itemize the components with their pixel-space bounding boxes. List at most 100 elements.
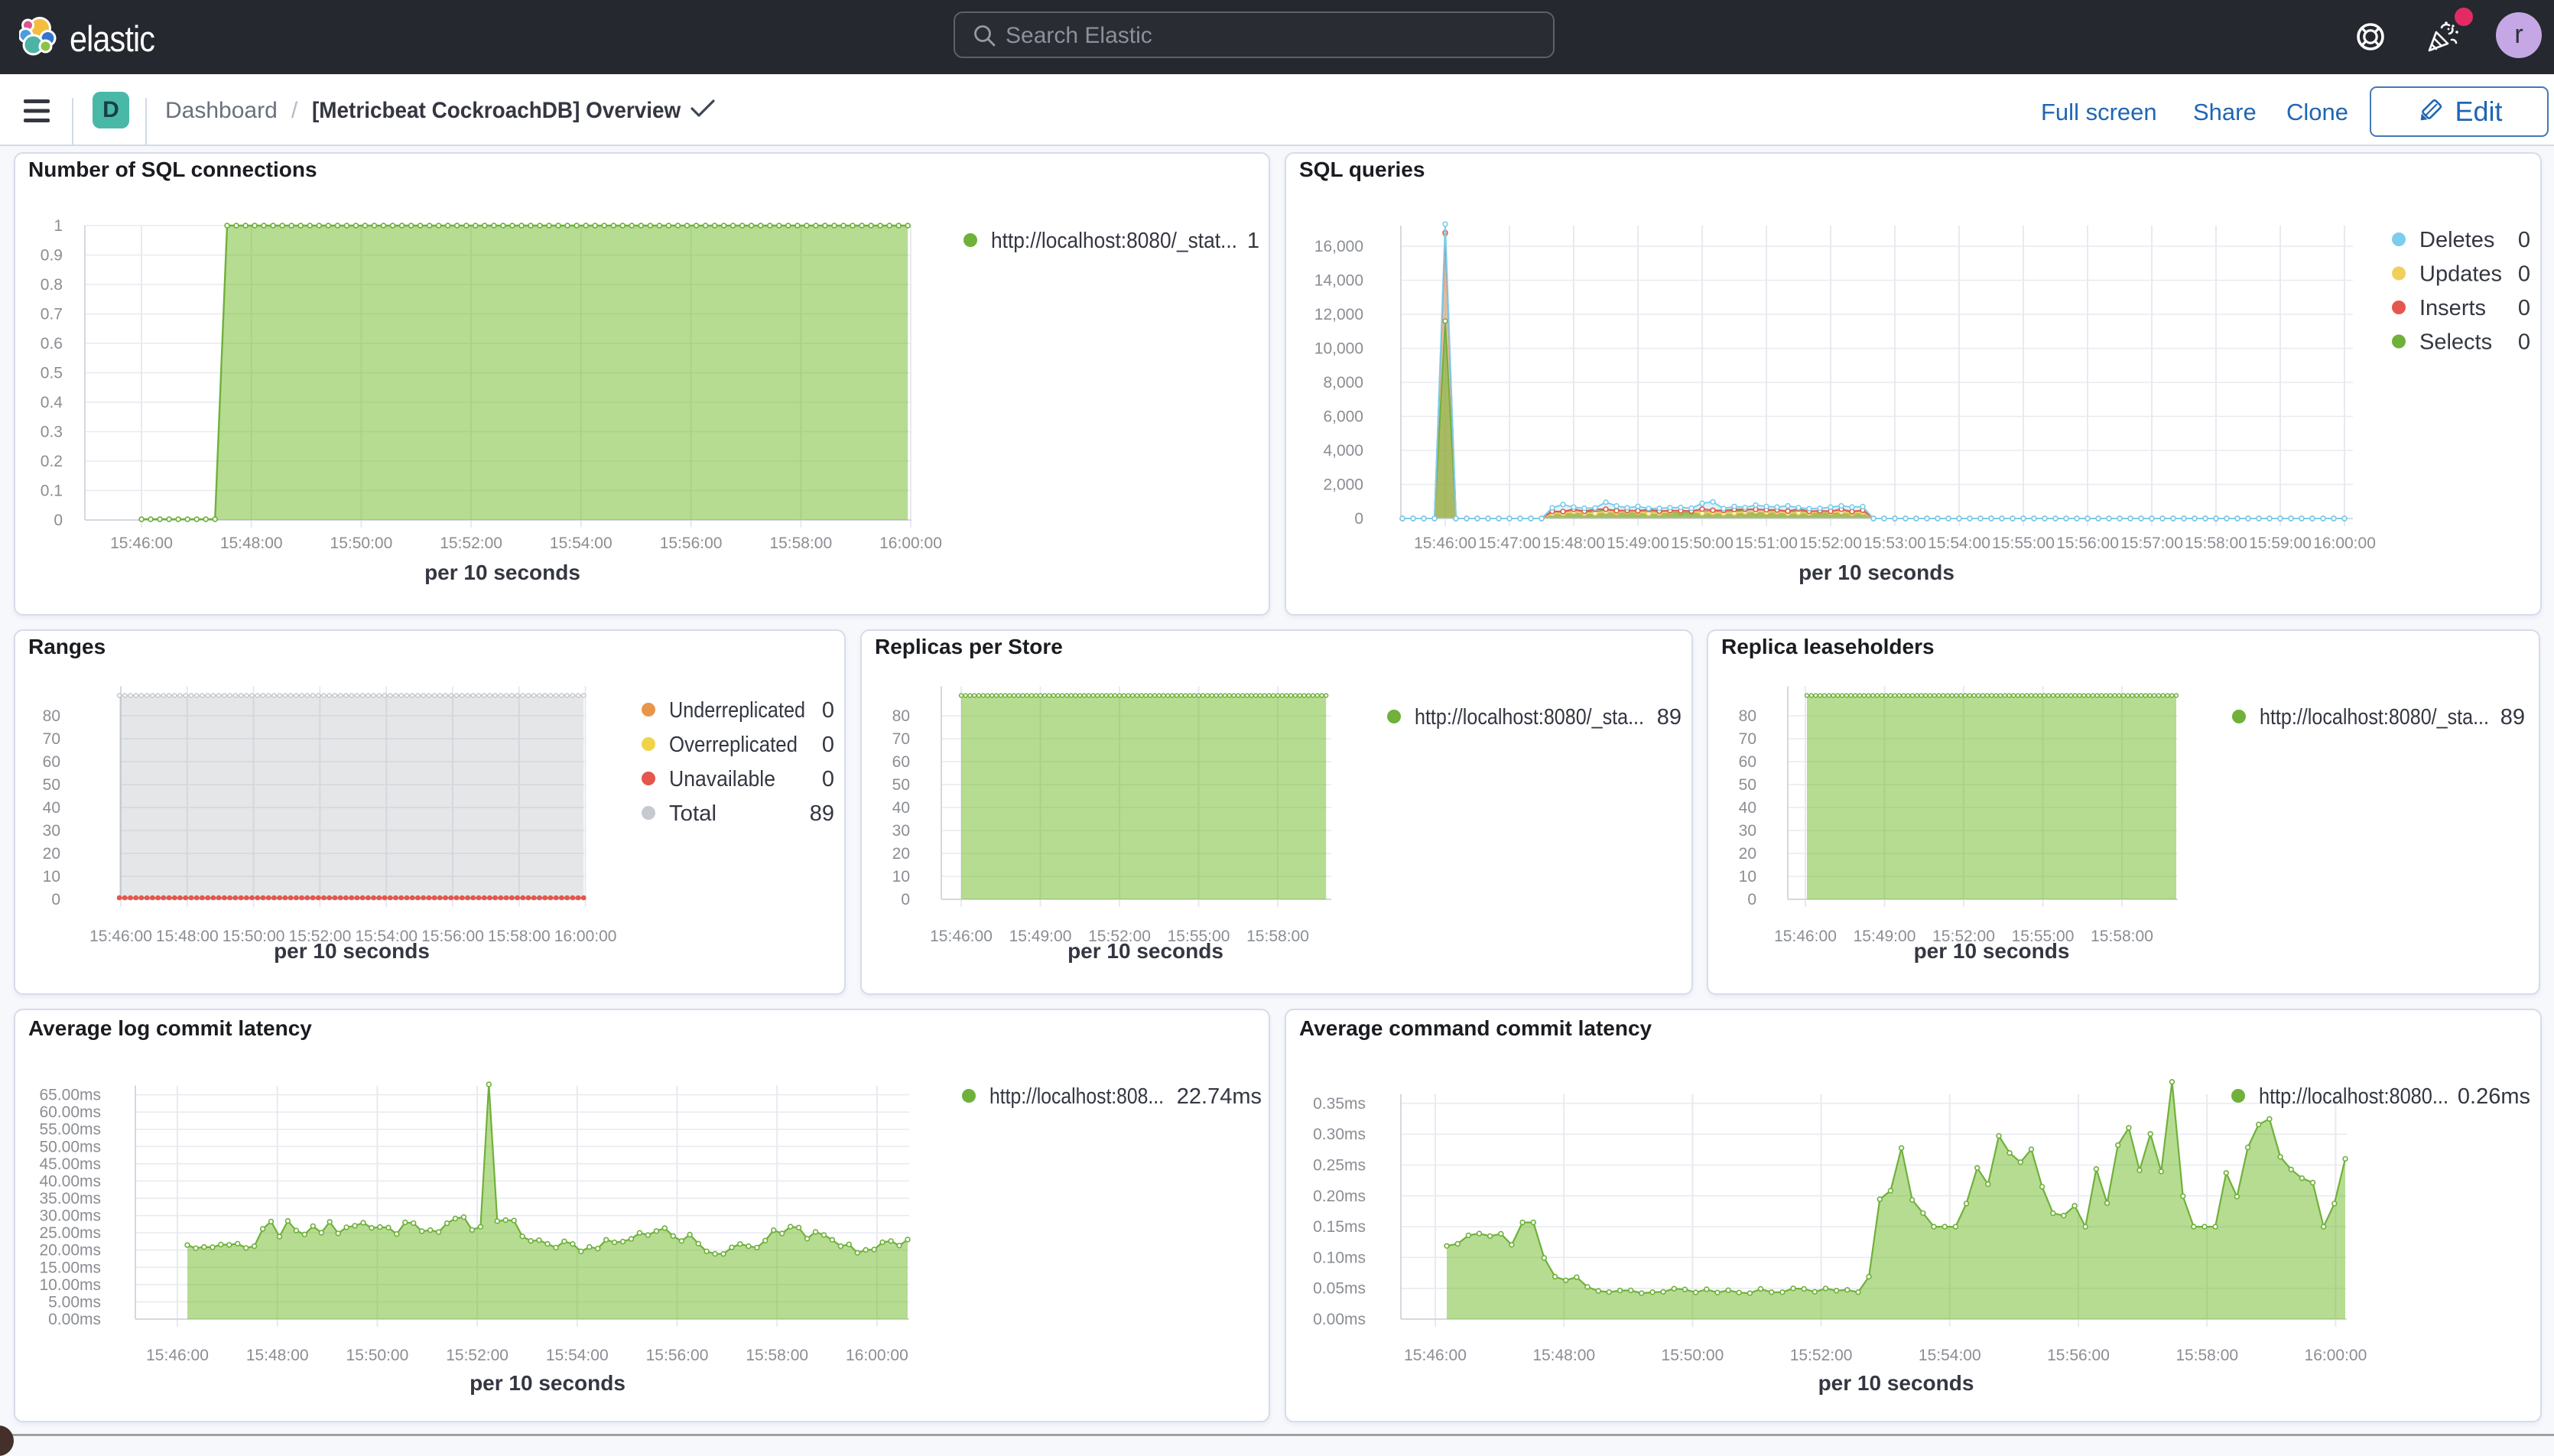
svg-text:10: 10: [1739, 868, 1756, 886]
svg-text:per 10 seconds: per 10 seconds: [424, 561, 580, 584]
svg-text:65.00ms: 65.00ms: [39, 1087, 101, 1104]
svg-text:16,000: 16,000: [1314, 238, 1363, 255]
svg-text:15:58:00: 15:58:00: [2091, 928, 2153, 945]
svg-text:10: 10: [43, 868, 60, 886]
svg-text:10: 10: [892, 868, 910, 886]
svg-text:1: 1: [1247, 229, 1259, 253]
svg-text:30.00ms: 30.00ms: [39, 1207, 101, 1225]
svg-text:15:46:00: 15:46:00: [89, 928, 152, 945]
svg-text:20: 20: [892, 845, 910, 863]
svg-text:0.26ms: 0.26ms: [2458, 1084, 2530, 1109]
svg-text:89: 89: [1657, 705, 1682, 730]
svg-text:15:46:00: 15:46:00: [1414, 535, 1477, 552]
svg-text:Replicas per Store: Replicas per Store: [875, 635, 1063, 658]
svg-text:70: 70: [892, 730, 910, 748]
svg-text:35.00ms: 35.00ms: [39, 1190, 101, 1207]
svg-text:0.35ms: 0.35ms: [1313, 1095, 1366, 1113]
svg-text:60.00ms: 60.00ms: [39, 1103, 101, 1121]
svg-text:15:52:00: 15:52:00: [1790, 1347, 1853, 1364]
svg-text:15:56:00: 15:56:00: [646, 1347, 709, 1364]
svg-text:30: 30: [1739, 822, 1756, 840]
svg-text:20.00ms: 20.00ms: [39, 1242, 101, 1259]
svg-text:89: 89: [810, 801, 834, 826]
svg-text:Selects: Selects: [2419, 330, 2492, 355]
svg-text:Deletes: Deletes: [2419, 228, 2494, 252]
svg-text:15:52:00: 15:52:00: [1799, 535, 1862, 552]
svg-text:40: 40: [1739, 799, 1756, 817]
svg-text:0.9: 0.9: [41, 247, 63, 265]
svg-text:15:56:00: 15:56:00: [2047, 1347, 2110, 1364]
svg-text:0.3: 0.3: [41, 424, 63, 441]
svg-text:0: 0: [2518, 262, 2530, 287]
svg-text:16:00:00: 16:00:00: [2305, 1347, 2367, 1364]
svg-text:Underreplicated: Underreplicated: [669, 698, 805, 723]
svg-text:50: 50: [1739, 776, 1756, 794]
svg-text:15:47:00: 15:47:00: [1478, 535, 1541, 552]
svg-text:15:58:00: 15:58:00: [769, 535, 832, 552]
svg-text:15:46:00: 15:46:00: [110, 535, 173, 552]
svg-text:2,000: 2,000: [1323, 476, 1363, 494]
svg-text:http://localhost:8080...: http://localhost:8080...: [2259, 1084, 2448, 1109]
svg-text:40.00ms: 40.00ms: [39, 1172, 101, 1190]
svg-text:0.8: 0.8: [41, 276, 63, 294]
svg-text:0.1: 0.1: [41, 483, 63, 500]
svg-text:0: 0: [2518, 330, 2530, 355]
svg-text:1: 1: [54, 217, 63, 235]
svg-text:20: 20: [1739, 845, 1756, 863]
svg-text:Unavailable: Unavailable: [669, 767, 775, 791]
svg-text:40: 40: [892, 799, 910, 817]
svg-text:15:51:00: 15:51:00: [1735, 535, 1798, 552]
svg-text:30: 30: [892, 822, 910, 840]
svg-text:Total: Total: [669, 801, 716, 826]
svg-text:http://localhost:8080/_sta...: http://localhost:8080/_sta...: [1415, 705, 1644, 730]
svg-text:Updates: Updates: [2419, 262, 2502, 287]
svg-text:15:54:00: 15:54:00: [546, 1347, 609, 1364]
svg-text:Number of SQL connections: Number of SQL connections: [28, 158, 317, 181]
svg-text:15:46:00: 15:46:00: [1774, 928, 1837, 945]
svg-text:per 10 seconds: per 10 seconds: [1067, 939, 1223, 963]
svg-text:15:50:00: 15:50:00: [1671, 535, 1734, 552]
svg-text:12,000: 12,000: [1314, 306, 1363, 323]
svg-text:15:56:00: 15:56:00: [660, 535, 723, 552]
svg-text:15:58:00: 15:58:00: [2175, 1347, 2238, 1364]
svg-text:40: 40: [43, 799, 60, 817]
svg-text:15:52:00: 15:52:00: [446, 1347, 509, 1364]
svg-text:50: 50: [43, 776, 60, 794]
svg-text:15:54:00: 15:54:00: [1928, 535, 1990, 552]
svg-text:60: 60: [43, 753, 60, 771]
svg-text:60: 60: [1739, 753, 1756, 771]
svg-text:15:53:00: 15:53:00: [1864, 535, 1926, 552]
svg-text:0.6: 0.6: [41, 335, 63, 353]
svg-text:0: 0: [51, 891, 60, 908]
svg-text:22.74ms: 22.74ms: [1177, 1084, 1262, 1109]
svg-text:16:00:00: 16:00:00: [554, 928, 617, 945]
svg-text:15:58:00: 15:58:00: [2185, 535, 2247, 552]
svg-text:0.15ms: 0.15ms: [1313, 1218, 1366, 1236]
svg-text:16:00:00: 16:00:00: [879, 535, 942, 552]
svg-text:per 10 seconds: per 10 seconds: [274, 939, 430, 963]
svg-text:15:48:00: 15:48:00: [156, 928, 219, 945]
svg-text:0.05ms: 0.05ms: [1313, 1280, 1366, 1298]
svg-text:4,000: 4,000: [1323, 442, 1363, 460]
svg-text:89: 89: [2500, 705, 2525, 730]
svg-text:0.4: 0.4: [41, 394, 63, 411]
svg-text:15:50:00: 15:50:00: [346, 1347, 409, 1364]
svg-text:30: 30: [43, 822, 60, 840]
svg-text:15:48:00: 15:48:00: [1532, 1347, 1595, 1364]
svg-text:0: 0: [2518, 296, 2530, 320]
svg-text:60: 60: [892, 753, 910, 771]
svg-text:http://localhost:8080/_sta...: http://localhost:8080/_sta...: [2260, 705, 2489, 730]
svg-text:0.25ms: 0.25ms: [1313, 1157, 1366, 1175]
svg-text:0.7: 0.7: [41, 306, 63, 323]
svg-text:15:57:00: 15:57:00: [2120, 535, 2183, 552]
svg-text:55.00ms: 55.00ms: [39, 1121, 101, 1139]
svg-text:15:46:00: 15:46:00: [146, 1347, 209, 1364]
svg-text:6,000: 6,000: [1323, 408, 1363, 426]
svg-text:Ranges: Ranges: [28, 635, 106, 658]
svg-text:15:52:00: 15:52:00: [440, 535, 502, 552]
svg-text:per 10 seconds: per 10 seconds: [1799, 561, 1954, 584]
svg-text:0: 0: [2518, 228, 2530, 252]
svg-text:15:48:00: 15:48:00: [220, 535, 283, 552]
svg-text:Overreplicated: Overreplicated: [669, 733, 798, 757]
svg-text:per 10 seconds: per 10 seconds: [1818, 1371, 1974, 1395]
